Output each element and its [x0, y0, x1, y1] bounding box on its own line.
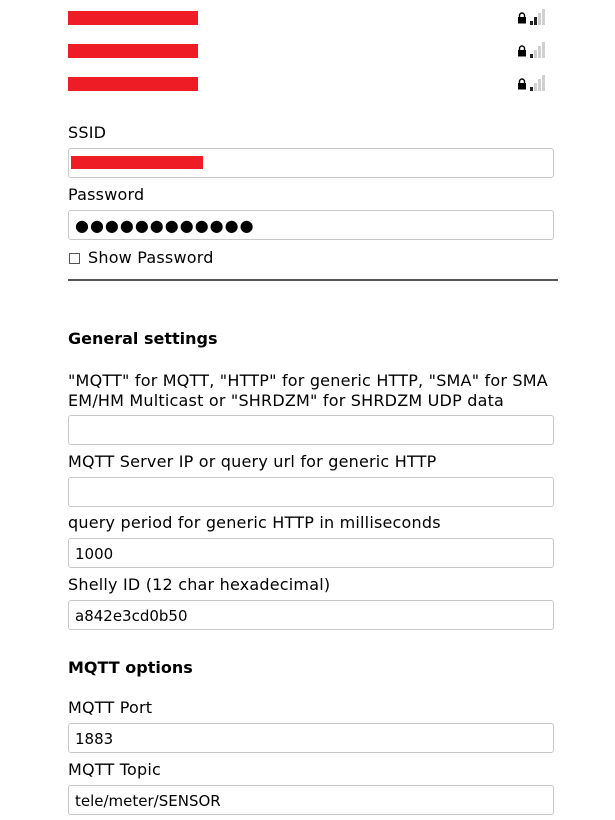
signal-strength-icon: [530, 75, 546, 91]
server-label: MQTT Server IP or query url for generic …: [68, 452, 437, 471]
ssid-input[interactable]: [68, 148, 554, 178]
section-divider: [68, 279, 558, 281]
network-item[interactable]: [68, 42, 558, 64]
network-name[interactable]: [68, 11, 198, 25]
network-name[interactable]: [68, 44, 198, 58]
mqtt-topic-value: tele/meter/SENSOR: [75, 792, 221, 810]
mqtt-topic-label: MQTT Topic: [68, 760, 161, 779]
lock-icon: [518, 12, 526, 24]
network-item[interactable]: [68, 75, 558, 97]
redaction-bar: [71, 156, 203, 169]
network-item[interactable]: [68, 9, 558, 31]
mqtt-topic-input[interactable]: tele/meter/SENSOR: [68, 785, 554, 815]
mode-label: "MQTT" for MQTT, "HTTP" for generic HTTP…: [68, 371, 548, 410]
shelly-id-label: Shelly ID (12 char hexadecimal): [68, 575, 331, 594]
signal-strength-icon: [530, 9, 546, 25]
mqtt-port-label: MQTT Port: [68, 698, 153, 717]
password-value: ●●●●●●●●●●●●: [75, 216, 255, 235]
ssid-label: SSID: [68, 123, 107, 142]
period-label: query period for generic HTTP in millise…: [68, 513, 441, 532]
redaction-bar: [68, 11, 198, 25]
period-value: 1000: [75, 545, 114, 563]
password-label: Password: [68, 185, 145, 204]
network-name[interactable]: [68, 77, 198, 91]
redaction-bar: [68, 77, 198, 91]
mqtt-options-heading: MQTT options: [68, 658, 193, 677]
mqtt-port-value: 1883: [75, 730, 114, 748]
server-input[interactable]: [68, 477, 554, 507]
period-input[interactable]: 1000: [68, 538, 554, 568]
password-input[interactable]: ●●●●●●●●●●●●: [68, 210, 554, 240]
general-settings-heading: General settings: [68, 329, 218, 348]
show-password-checkbox[interactable]: [69, 253, 80, 264]
lock-icon: [518, 45, 526, 57]
lock-icon: [518, 78, 526, 90]
mode-input[interactable]: [68, 415, 554, 445]
shelly-id-input[interactable]: a842e3cd0b50: [68, 600, 554, 630]
shelly-id-value: a842e3cd0b50: [75, 607, 188, 625]
show-password-label[interactable]: Show Password: [88, 248, 214, 268]
mqtt-port-input[interactable]: 1883: [68, 723, 554, 753]
redaction-bar: [68, 44, 198, 58]
signal-strength-icon: [530, 42, 546, 58]
